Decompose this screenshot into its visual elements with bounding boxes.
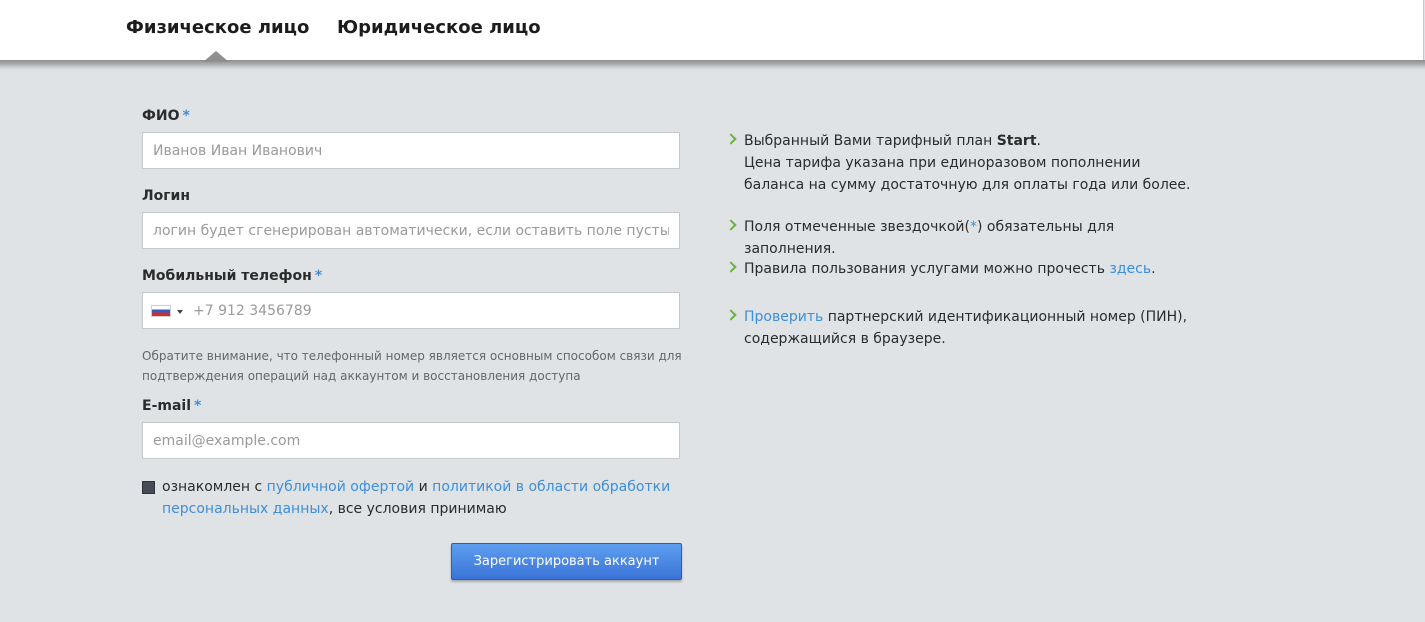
info-rules-text: Правила пользования услугами можно проче… [744, 258, 1204, 280]
consent-text-1: ознакомлен с [162, 479, 263, 495]
phone-field-box [142, 292, 680, 329]
consent-text-3: , все условия принимаю [328, 501, 507, 517]
chevron-right-icon [725, 219, 737, 231]
phone-label: Мобильный телефон * [142, 268, 322, 284]
login-label-text: Логин [142, 188, 191, 204]
login-label: Логин [142, 188, 190, 204]
plan-name: Start [996, 133, 1037, 149]
consent-text: ознакомлен с публичной офертой и политик… [162, 476, 682, 520]
info-plan-text: Выбранный Вами тарифный план Start. Цена … [744, 130, 1204, 196]
login-field-box [142, 212, 680, 249]
fio-label-text: ФИО [142, 108, 180, 124]
chevron-right-icon [725, 261, 737, 273]
chevron-right-icon [725, 309, 737, 321]
plan-prefix: Выбранный Вами тарифный план [744, 133, 993, 149]
fio-input[interactable] [143, 133, 679, 168]
caret-down-icon [177, 310, 183, 314]
email-input[interactable] [143, 423, 679, 458]
consent-checkbox[interactable] [142, 481, 155, 494]
email-field-box [142, 422, 680, 459]
fio-field-box [142, 132, 680, 169]
register-account-button[interactable]: Зарегистрировать аккаунт [451, 543, 682, 580]
fio-required-mark: * [182, 108, 190, 124]
check-pin-link[interactable]: Проверить [744, 309, 823, 325]
info-pin-text: Проверить партнерский идентификационный … [744, 306, 1204, 350]
info-required-text: Поля отмеченные звездочкой(*) обязательн… [744, 216, 1204, 260]
phone-note: Обратите внимание, что телефонный номер … [142, 349, 682, 383]
tab-legal-entity[interactable]: Юридическое лицо [337, 17, 541, 38]
public-offer-link[interactable]: публичной офертой [267, 479, 415, 495]
phone-label-text: Мобильный телефон [142, 268, 312, 284]
rules-link[interactable]: здесь [1109, 261, 1151, 277]
email-label-text: E-mail [142, 398, 192, 414]
phone-input[interactable] [143, 293, 679, 328]
fio-label: ФИО * [142, 108, 190, 124]
phone-required-mark: * [314, 268, 323, 284]
country-code-dropdown[interactable] [151, 305, 189, 319]
required-mark-sample: * [969, 219, 977, 235]
chevron-right-icon [725, 133, 737, 145]
login-input[interactable] [143, 213, 679, 248]
consent-text-2: и [418, 479, 428, 495]
rules-prefix: Правила пользования услугами можно проче… [744, 261, 1105, 277]
email-required-mark: * [194, 398, 202, 414]
ru-flag-icon [151, 305, 171, 317]
required-prefix: Поля отмеченные звездочкой( [744, 219, 970, 235]
plan-price-note: Цена тарифа указана при единоразовом поп… [744, 155, 1191, 193]
tab-individual[interactable]: Физическое лицо [126, 17, 309, 38]
email-label: E-mail * [142, 398, 201, 414]
plan-suffix: . [1036, 133, 1041, 149]
active-tab-pointer [203, 51, 229, 62]
rules-suffix: . [1151, 261, 1156, 277]
